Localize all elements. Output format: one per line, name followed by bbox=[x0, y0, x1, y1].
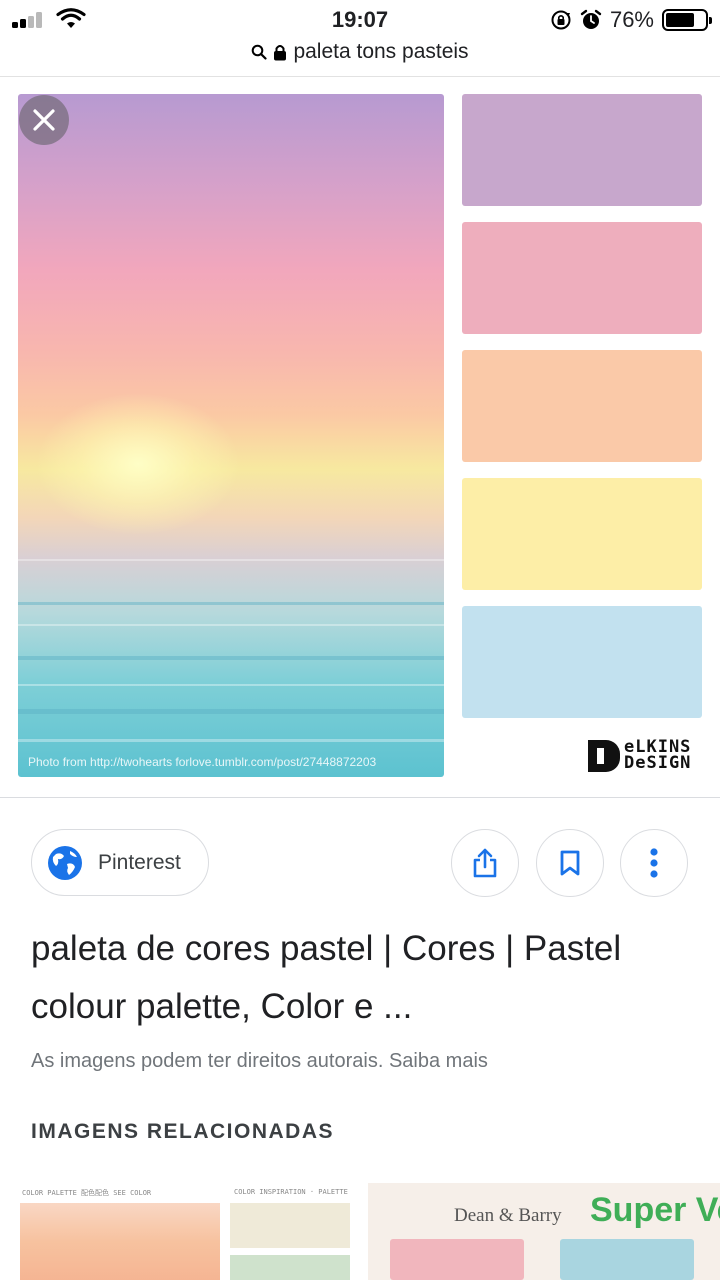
elkins-design-logo: eLKINS DeSIGN bbox=[588, 735, 691, 775]
swatch-pink bbox=[462, 222, 702, 334]
elkins-logo-text: eLKINS DeSIGN bbox=[624, 737, 692, 773]
related-thumbnail-1[interactable]: COLOR PALETTE 配色配色 SEE COLOR COLOR INSPI… bbox=[16, 1183, 353, 1280]
wave-line bbox=[18, 684, 444, 686]
swatch-lavender bbox=[462, 94, 702, 206]
image-viewer[interactable]: Photo from http://twohearts forlove.tumb… bbox=[0, 77, 720, 797]
viewer-divider bbox=[0, 797, 720, 798]
share-icon bbox=[473, 848, 497, 878]
sun-glow bbox=[38, 394, 238, 534]
thumb-swatch bbox=[230, 1255, 350, 1280]
bookmark-icon bbox=[560, 850, 580, 876]
rotation-lock-icon bbox=[551, 10, 571, 30]
wave-line bbox=[18, 739, 444, 742]
thumb-photo bbox=[20, 1203, 220, 1280]
status-bar: 19:07 76% bbox=[0, 0, 720, 38]
share-button[interactable] bbox=[451, 829, 519, 897]
elkins-logo-mark bbox=[588, 738, 620, 772]
wave-line bbox=[18, 602, 444, 605]
close-button[interactable] bbox=[19, 95, 69, 145]
lock-icon bbox=[274, 45, 287, 61]
copyright-notice[interactable]: As imagens podem ter direitos autorais. … bbox=[31, 1050, 488, 1073]
thumb-swatch bbox=[230, 1203, 350, 1248]
photo-credit: Photo from http://twohearts forlove.tumb… bbox=[28, 755, 377, 769]
battery-percent: 76% bbox=[609, 7, 654, 32]
thumb-caption: COLOR PALETTE 配色配色 SEE COLOR bbox=[22, 1189, 152, 1197]
url-bar[interactable]: paleta tons pasteis bbox=[0, 36, 720, 68]
close-icon bbox=[33, 109, 55, 131]
status-right-group: 76% bbox=[550, 7, 712, 33]
globe-icon bbox=[48, 845, 82, 880]
wave-line bbox=[18, 559, 444, 561]
battery-icon bbox=[662, 9, 712, 31]
wave-line bbox=[18, 624, 444, 626]
swatch-blue bbox=[462, 606, 702, 718]
source-label: Pinterest bbox=[98, 850, 181, 874]
thumb-title: Super Vel bbox=[590, 1191, 720, 1229]
sunset-photo: Photo from http://twohearts forlove.tumb… bbox=[18, 94, 444, 777]
search-icon bbox=[252, 44, 268, 60]
thumb-swatch bbox=[560, 1239, 694, 1280]
wave-line bbox=[18, 656, 444, 660]
related-thumbnail-2[interactable]: Dean & Barry Super Vel bbox=[368, 1183, 720, 1280]
save-button[interactable] bbox=[536, 829, 604, 897]
more-vert-icon bbox=[650, 848, 658, 878]
wave-line bbox=[18, 709, 444, 714]
result-title[interactable]: paleta de cores pastel | Cores | Pastel … bbox=[31, 920, 691, 1036]
swatch-peach bbox=[462, 350, 702, 462]
alarm-icon bbox=[580, 9, 602, 29]
thumb-caption: COLOR INSPIRATION · PALETTE bbox=[234, 1188, 348, 1196]
source-chip-pinterest[interactable]: Pinterest bbox=[31, 829, 209, 896]
thumb-brand: Dean & Barry bbox=[454, 1205, 562, 1226]
url-query: paleta tons pasteis bbox=[293, 40, 469, 63]
related-images-heading: IMAGENS RELACIONADAS bbox=[31, 1120, 335, 1143]
swatch-yellow bbox=[462, 478, 702, 590]
more-options-button[interactable] bbox=[620, 829, 688, 897]
thumb-swatch bbox=[390, 1239, 524, 1280]
